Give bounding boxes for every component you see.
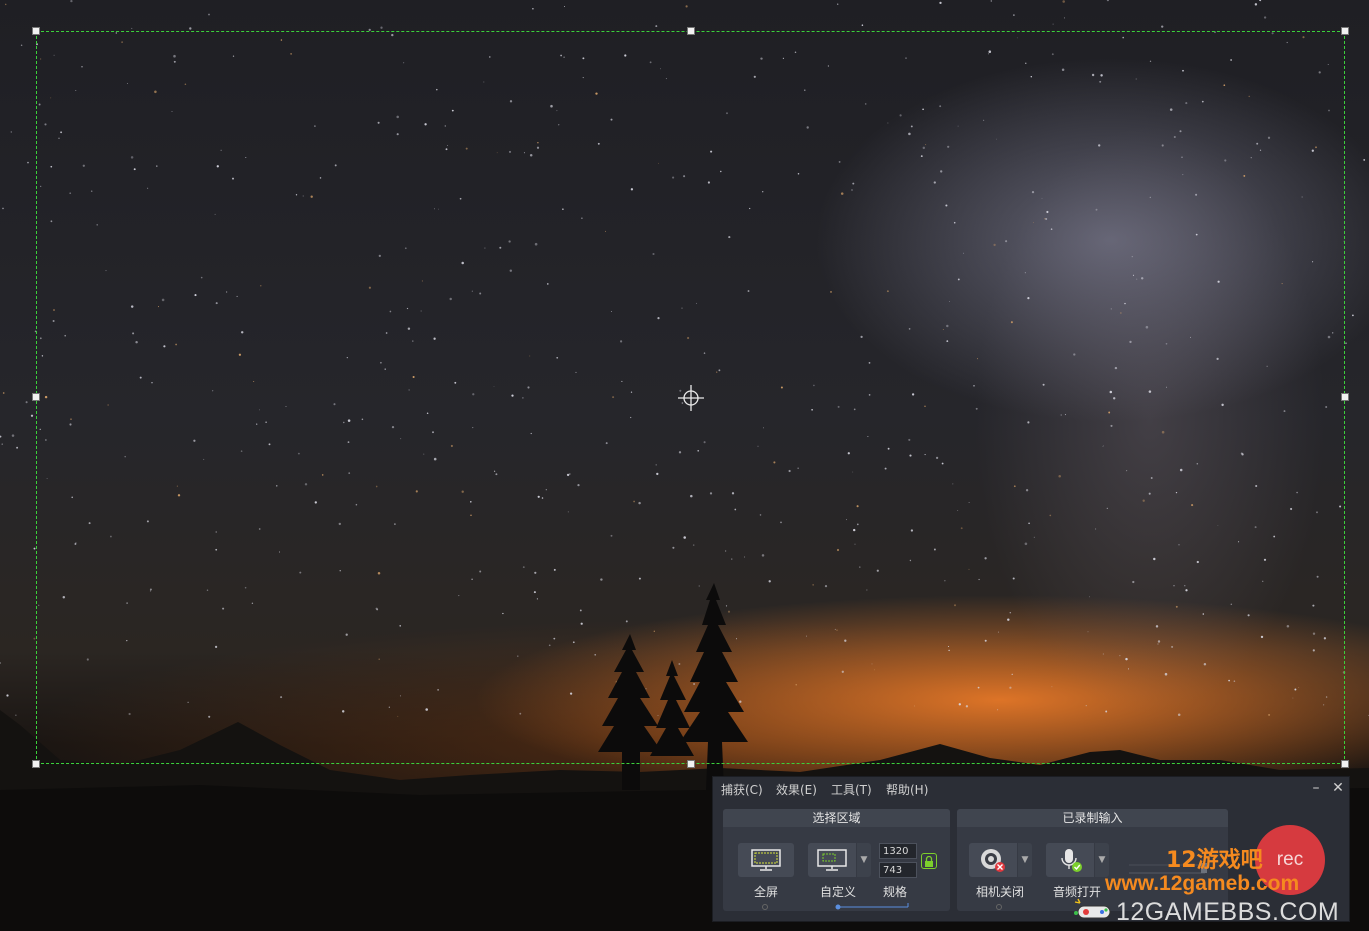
select-area-group: 选择区域 全屏 ▼ 自定义 1320 743 规格: [723, 809, 950, 911]
fullscreen-label: 全屏: [753, 885, 778, 899]
custom-area-label: 自定义: [819, 885, 856, 899]
lock-icon: [925, 855, 933, 867]
resize-handle-middle-left[interactable]: [32, 393, 40, 401]
monitor-fullscreen-icon: [751, 849, 781, 871]
menu-bar: 捕获(C) 效果(E) 工具(T) 帮助(H) – ✕: [713, 777, 1349, 801]
microphone-on-icon: [1061, 849, 1082, 872]
height-input[interactable]: 743: [879, 862, 917, 878]
chevron-down-icon: ▼: [1098, 855, 1106, 865]
camera-dropdown[interactable]: ▼: [1018, 843, 1032, 877]
menu-tools[interactable]: 工具(T): [831, 781, 872, 798]
aspect-lock-button[interactable]: [921, 853, 937, 869]
game-controller-logo-icon: [1074, 898, 1111, 919]
resize-handle-bottom-right[interactable]: [1341, 760, 1349, 768]
minimize-button[interactable]: –: [1307, 779, 1325, 797]
camera-button[interactable]: [969, 843, 1017, 877]
camera-label: 相机关闭: [975, 885, 1024, 899]
resize-handle-top-right[interactable]: [1341, 27, 1349, 35]
audio-button[interactable]: [1046, 843, 1094, 877]
menu-help[interactable]: 帮助(H): [886, 781, 928, 798]
fullscreen-button[interactable]: [738, 843, 794, 877]
watermark-url: www.12gameb.com: [1105, 872, 1300, 895]
menu-effects[interactable]: 效果(E): [776, 781, 817, 798]
close-button[interactable]: ✕: [1329, 779, 1347, 797]
chevron-down-icon: ▼: [860, 855, 868, 865]
camera-indicator-dot: [996, 904, 1002, 910]
resize-handle-bottom-left[interactable]: [32, 760, 40, 768]
menu-capture[interactable]: 捕获(C): [721, 781, 763, 798]
watermark-bbs: 12GAMEBBS.COM: [1116, 898, 1340, 926]
move-crosshair-icon[interactable]: [677, 384, 705, 412]
resize-handle-top-center[interactable]: [687, 27, 695, 35]
area-slider-indicator[interactable]: [758, 903, 918, 911]
resize-handle-middle-right[interactable]: [1341, 393, 1349, 401]
recorded-inputs-title: 已录制输入: [957, 809, 1228, 827]
width-input[interactable]: 1320: [879, 843, 917, 859]
select-area-title: 选择区域: [723, 809, 950, 827]
resize-handle-bottom-center[interactable]: [687, 760, 695, 768]
chevron-down-icon: ▼: [1021, 855, 1029, 865]
monitor-custom-icon: [817, 849, 847, 871]
custom-area-button[interactable]: [808, 843, 856, 877]
resize-handle-top-left[interactable]: [32, 27, 40, 35]
watermark-site-name: 12游戏吧: [1166, 848, 1263, 873]
webcam-off-icon: [981, 849, 1005, 872]
custom-area-dropdown[interactable]: ▼: [857, 843, 871, 877]
size-label: 规格: [882, 885, 907, 899]
